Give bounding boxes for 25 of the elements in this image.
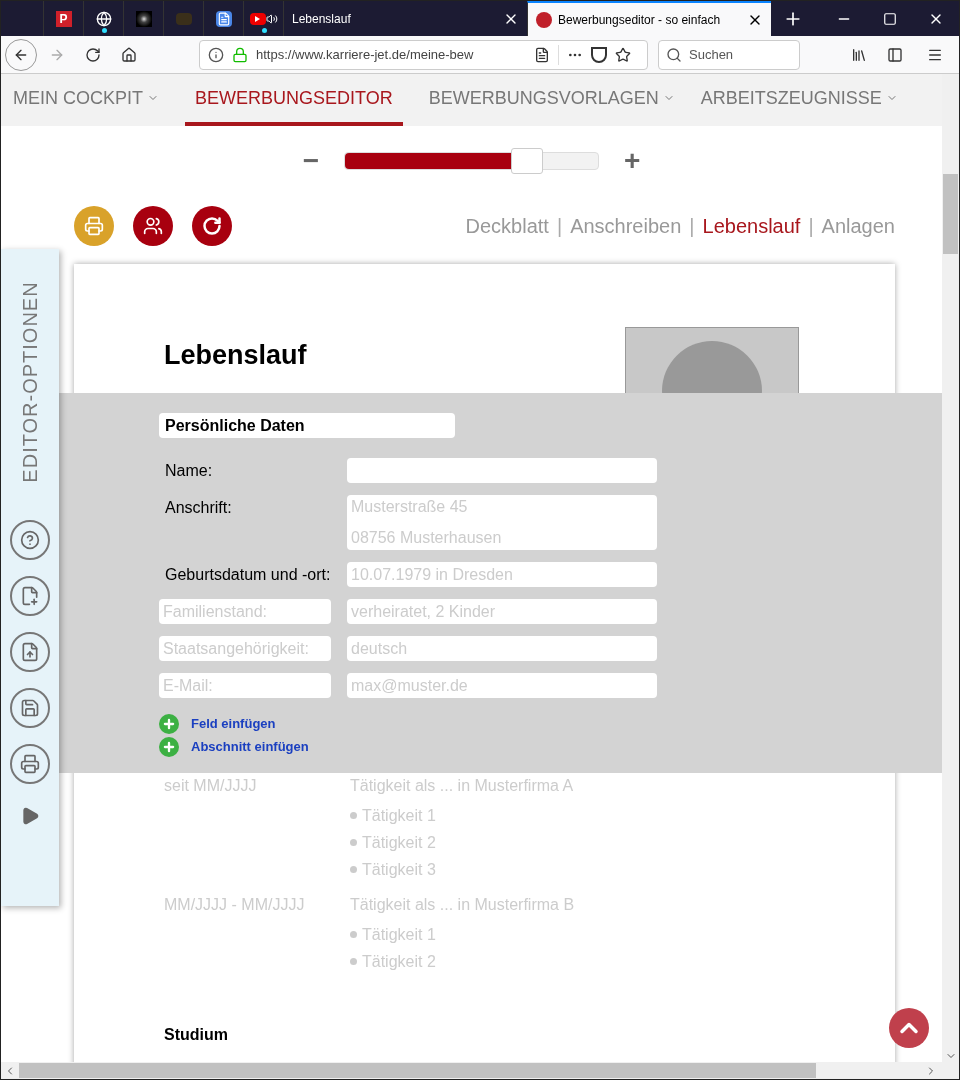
zoom-in-button[interactable]: + [624,147,641,175]
insert-link[interactable]: Feld einfügen [191,714,276,734]
browser-tab[interactable]: Bewerbungseditor - so einfach [527,1,771,36]
document-tab[interactable]: Lebenslauf [702,211,801,241]
document-title: Lebenslauf [164,339,307,372]
field-label: Geburtsdatum und -ort: [164,565,331,585]
nav-item[interactable]: BEWERBUNGSEDITOR [185,74,403,126]
nav-item[interactable]: BEWERBUNGSVORLAGEN [428,74,675,126]
separator: | [556,214,563,239]
address-bar[interactable]: https://www.karriere-jet.de/meine-bew [199,39,648,70]
zoom-out-button[interactable]: − [302,147,319,175]
section-heading-field[interactable]: Persönliche Daten [159,413,455,438]
document-tab[interactable]: Anschreiben [570,211,682,241]
separator: | [689,214,695,239]
field-label: Name: [164,461,214,481]
insert-link[interactable]: Abschnitt einfügen [191,737,309,757]
section-heading: Studium [164,1025,229,1045]
nav-item[interactable]: ARBEITSZEUGNISSE [700,74,898,126]
separator: | [808,214,814,239]
document-tab[interactable]: Anlagen [821,211,895,241]
panel-title[interactable]: EDITOR-OPTIONEN [15,280,45,483]
field-label: Anschrift: [164,498,233,518]
document-tab[interactable]: Deckblatt [465,211,549,241]
search-field[interactable]: Suchen [658,39,800,70]
nav-item[interactable]: MEIN COCKPIT [13,74,159,126]
